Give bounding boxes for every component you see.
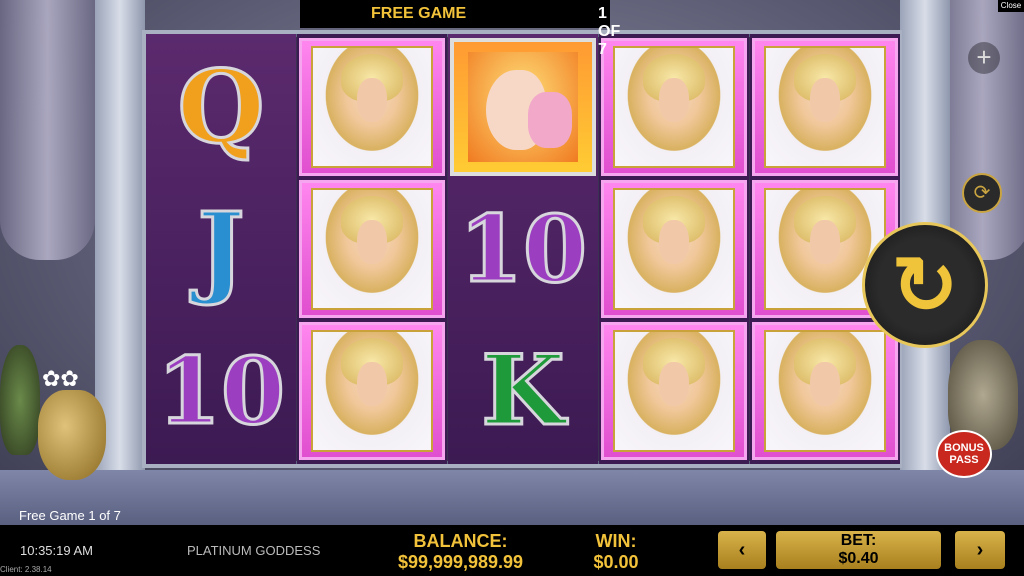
goddess-symbol bbox=[601, 38, 747, 176]
goddess-portrait bbox=[764, 330, 886, 452]
win-display: WIN: $0.00 bbox=[586, 531, 646, 573]
left-vase bbox=[0, 345, 40, 455]
free-game-status: Free Game 1 of 7 bbox=[19, 508, 121, 523]
symbol-letter: 10 bbox=[155, 337, 286, 445]
free-game-counter: 1 OF 7 bbox=[598, 5, 621, 58]
bet-value: $0.40 bbox=[838, 550, 879, 567]
symbol-letter: 10 bbox=[457, 195, 588, 303]
marble-floor bbox=[0, 470, 1024, 525]
balance-display: BALANCE: $99,999,989.99 bbox=[388, 531, 533, 573]
game-stage: ✿✿ Q J 10 10 K FREE GAME 1 OF 7 + ⟳ ↻ BO… bbox=[0, 0, 1024, 525]
autoplay-button[interactable]: ⟳ bbox=[962, 173, 1002, 213]
symbol-q: Q bbox=[148, 38, 294, 176]
spin-button[interactable]: ↻ bbox=[862, 222, 988, 348]
bet-display[interactable]: BET: $0.40 bbox=[776, 531, 941, 569]
goddess-symbol bbox=[752, 38, 898, 176]
flowers-icon: ✿✿ bbox=[42, 366, 79, 391]
spin-icon: ↻ bbox=[891, 240, 959, 330]
reel-4 bbox=[599, 34, 749, 464]
reel-2 bbox=[297, 34, 447, 464]
balance-label: BALANCE: bbox=[413, 531, 508, 551]
chevron-right-icon: › bbox=[976, 539, 984, 561]
symbol-letter: J bbox=[196, 190, 246, 308]
symbol-10: 10 bbox=[450, 180, 596, 318]
bet-increase-button[interactable]: › bbox=[955, 531, 1005, 569]
symbol-10: 10 bbox=[148, 322, 294, 460]
menu-plus-button[interactable]: + bbox=[968, 42, 1000, 74]
close-button[interactable]: Close bbox=[998, 0, 1024, 12]
goddess-portrait bbox=[613, 46, 735, 168]
reel-3: 10 K bbox=[448, 34, 598, 464]
client-version: Client: 2.38.14 bbox=[0, 565, 52, 574]
left-pillar bbox=[95, 0, 145, 470]
flower-pot bbox=[38, 390, 106, 480]
goddess-symbol bbox=[752, 322, 898, 460]
goddess-portrait bbox=[311, 46, 433, 168]
win-label: WIN: bbox=[595, 531, 637, 551]
bet-decrease-button[interactable]: ‹ bbox=[718, 531, 766, 569]
symbol-k: K bbox=[450, 322, 596, 460]
game-title: PLATINUM GODDESS bbox=[187, 543, 321, 558]
goddess-portrait bbox=[764, 46, 886, 168]
bet-label: BET: bbox=[840, 532, 877, 549]
reel-1: Q J 10 bbox=[146, 34, 296, 464]
symbol-letter: Q bbox=[176, 48, 266, 166]
chevron-left-icon: ‹ bbox=[738, 539, 746, 561]
goddess-symbol bbox=[299, 322, 445, 460]
bonus-pass-button[interactable]: BONUS PASS bbox=[936, 430, 992, 478]
footer-bar: 10:35:19 AM Client: 2.38.14 PLATINUM GOD… bbox=[0, 525, 1024, 576]
goddess-portrait bbox=[311, 330, 433, 452]
pegasus-symbol bbox=[450, 38, 596, 176]
balance-value: $99,999,989.99 bbox=[397, 552, 524, 572]
left-statue bbox=[0, 0, 95, 260]
reels-frame: Q J 10 10 K bbox=[142, 30, 902, 468]
symbol-letter: K bbox=[480, 334, 566, 447]
clock: 10:35:19 AM bbox=[20, 543, 93, 558]
mode-label: FREE GAME bbox=[371, 5, 467, 22]
goddess-symbol bbox=[601, 322, 747, 460]
goddess-portrait bbox=[613, 330, 735, 452]
goddess-symbol bbox=[601, 180, 747, 318]
win-value: $0.00 bbox=[593, 552, 639, 572]
goddess-portrait bbox=[311, 188, 433, 310]
goddess-portrait bbox=[613, 188, 735, 310]
free-game-banner: FREE GAME 1 OF 7 bbox=[300, 0, 620, 58]
goddess-symbol bbox=[299, 180, 445, 318]
symbol-j: J bbox=[148, 180, 294, 318]
pegasus-icon bbox=[468, 52, 578, 162]
goddess-symbol bbox=[299, 38, 445, 176]
